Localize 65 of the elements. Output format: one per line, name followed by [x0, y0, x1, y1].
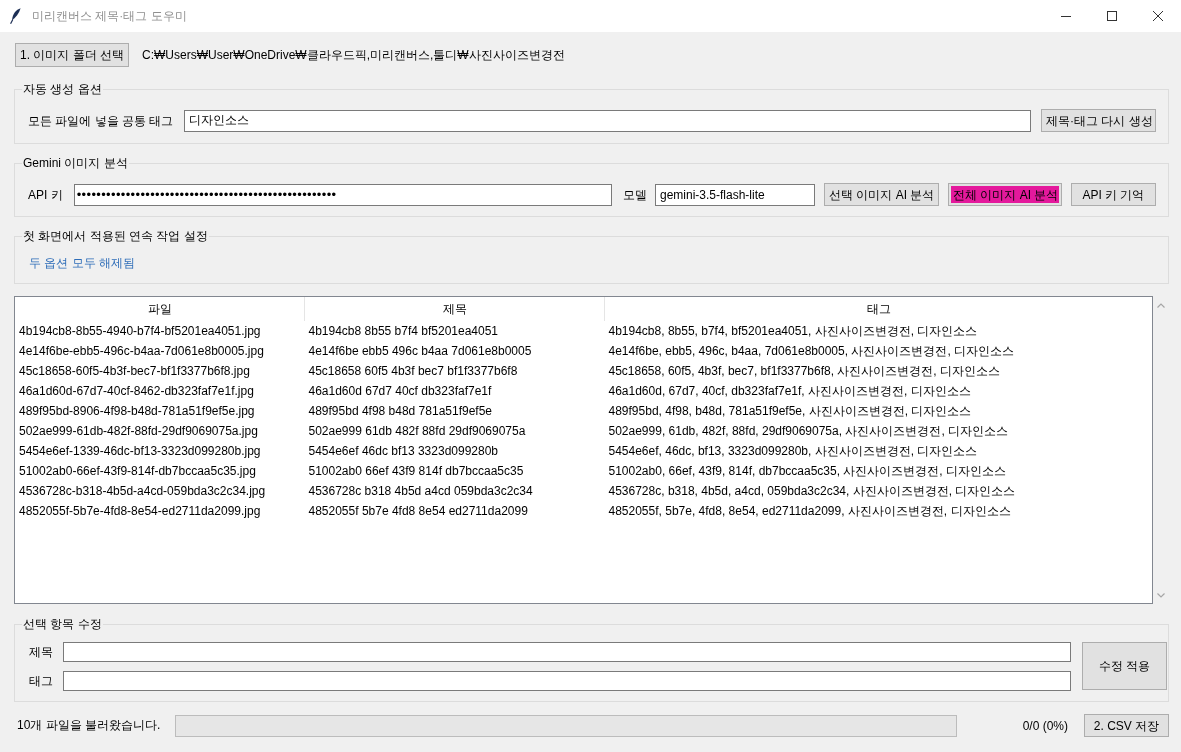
input-field[interactable]: [63, 671, 1071, 691]
table-cell-text: 4852055f, 5b7e, 4fd8, 8e54, ed2711da2099, 사진사이즈변경전, 디자인소스: [607, 503, 1012, 520]
column-header[interactable]: 태그: [604, 297, 1152, 321]
caret-up-icon[interactable]: [1157, 303, 1165, 308]
status-message: 10개 파일을 불러왔습니다.: [16, 717, 162, 734]
field-label: API 키: [28, 186, 63, 203]
input-field[interactable]: [63, 642, 1071, 662]
table-cell: 4b194cb8-8b55-4940-b7f4-bf5201ea4051.jpg: [15, 321, 305, 341]
column-header[interactable]: 제목: [304, 297, 605, 321]
table-cell-text: 51002ab0-66ef-43f9-814f-db7bccaa5c35.jpg: [18, 463, 257, 480]
regenerate-button[interactable]: 제목·태그 다시 생성: [1041, 109, 1156, 132]
table-cell-text: 489f95bd, 4f98, b48d, 781a51f9ef5e, 사진사이즈변경전, 디자인소스: [607, 403, 973, 420]
progress-count: 0/0 (0%): [1022, 718, 1068, 733]
table-cell-text: 502ae999-61db-482f-88fd-29df9069075a.jpg: [18, 423, 259, 440]
input-field[interactable]: 디자인소스: [184, 109, 1031, 132]
table-cell-text: 489f95bd 4f98 b48d 781a51f9ef5e: [307, 403, 493, 420]
maximize-icon: [1107, 11, 1117, 21]
table-cell-text: 502ae999 61db 482f 88fd 29df9069075a: [307, 423, 527, 440]
group-title: 선택 항목 수정: [22, 616, 103, 632]
field-label: 제목: [28, 644, 54, 660]
table-cell-text: 51002ab0 66ef 43f9 814f db7bccaa5c35: [307, 463, 525, 480]
folder-path: C:₩Users₩User₩OneDrive₩클라우드픽,미리캔버스,툴디₩사진사이즈변경전: [142, 46, 565, 64]
table-cell-text: 4536728c, b318, 4b5d, a4cd, 059bda3c2c34, 사진사이즈변경전, 디자인소스: [607, 483, 1017, 500]
table-cell-text: 46a1d60d-67d7-40cf-8462-db323faf7e1f.jpg: [18, 383, 255, 400]
table-cell-text: 5454e6ef-1339-46dc-bf13-3323d099280b.jpg: [18, 443, 262, 460]
table-cell-text: 46a1d60d 67d7 40cf db323faf7e1f: [307, 383, 493, 400]
analyze-button[interactable]: API 키 기억: [1071, 183, 1156, 206]
table-cell-text: 5454e6ef, 46dc, bf13, 3323d099280b, 사진사이즈변경전, 디자인소스: [607, 443, 979, 460]
minimize-icon: [1061, 15, 1071, 17]
table-cell-text: 4e14f6be, ebb5, 496c, b4aa, 7d061e8b0005, 사진사이즈변경전, 디자인소스: [607, 343, 1016, 360]
analyze-button[interactable]: 전체 이미지 AI 분석: [948, 183, 1062, 206]
field-label: 모델: [623, 186, 647, 203]
analyze-button[interactable]: 선택 이미지 AI 분석: [824, 183, 939, 206]
folder-select-button[interactable]: 1. 이미지 폴더 선택: [15, 43, 129, 67]
table-cell-text: 4e14f6be-ebb5-496c-b4aa-7d061e8b0005.jpg: [18, 343, 265, 360]
csv-save-button[interactable]: 2. CSV 저장: [1084, 714, 1169, 737]
apply-button[interactable]: 수정 적용: [1082, 642, 1167, 690]
close-icon: [1153, 11, 1163, 21]
group-title: 첫 화면에서 적용된 연속 작업 설정: [22, 228, 209, 244]
table-cell-text: 5454e6ef 46dc bf13 3323d099280b: [307, 443, 499, 460]
table-cell-text: 4536728c b318 4b5d a4cd 059bda3c2c34: [307, 483, 534, 500]
feather-icon: [9, 8, 21, 24]
table-cell-text: 4852055f 5b7e 4fd8 8e54 ed2711da2099: [307, 503, 529, 520]
table-cell-text: 45c18658 60f5 4b3f bec7 bf1f3377b6f8: [307, 363, 519, 380]
table-cell-text: 45c18658, 60f5, 4b3f, bec7, bf1f3377b6f8, 사진사이즈변경전, 디자인소스: [607, 363, 1002, 380]
input-field[interactable]: gemini-3.5-flash-lite: [655, 183, 815, 206]
table-cell-text: 4852055f-5b7e-4fd8-8e54-ed2711da2099.jpg: [18, 503, 262, 520]
table-cell-text: 489f95bd-8906-4f98-b48d-781a51f9ef5e.jpg: [18, 403, 256, 420]
input-field[interactable]: •••••••••••••••••••••••••••••••••••••••••••••••••••••: [73, 183, 612, 206]
table-cell-text: 45c18658-60f5-4b3f-bec7-bf1f3377b6f8.jpg: [18, 363, 251, 380]
field-label: 태그: [28, 673, 54, 689]
field-label: 모든 파일에 넣을 공통 태그: [28, 112, 174, 129]
table-cell-text: 46a1d60d, 67d7, 40cf, db323faf7e1f, 사진사이즈변경전, 디자인소스: [607, 383, 972, 400]
settings-status-text: 두 옵션 모두 해제됨: [28, 255, 135, 271]
table-cell-text: 51002ab0, 66ef, 43f9, 814f, db7bccaa5c35, 사진사이즈변경전, 디자인소스: [607, 463, 1008, 480]
table-cell-text: 502ae999, 61db, 482f, 88fd, 29df9069075a, 사진사이즈변경전, 디자인소스: [607, 423, 1010, 440]
table-cell: 4b194cb8, 8b55, b7f4, bf5201ea4051, 사진사이즈변경전, 디자인소스: [604, 321, 1152, 341]
window-title: 미리캔버스 제목·태그 도우미: [32, 8, 187, 24]
column-header[interactable]: 파일: [15, 297, 305, 321]
table-cell-text: 4e14f6be ebb5 496c b4aa 7d061e8b0005: [307, 343, 533, 360]
table-cell: 4b194cb8 8b55 b7f4 bf5201ea4051: [304, 321, 605, 341]
group-title: 자동 생성 옵션: [22, 81, 103, 97]
caret-down-icon[interactable]: [1157, 593, 1165, 598]
group-title: Gemini 이미지 분석: [22, 155, 129, 171]
table-cell-text: 4536728c-b318-4b5d-a4cd-059bda3c2c34.jpg: [18, 483, 267, 500]
